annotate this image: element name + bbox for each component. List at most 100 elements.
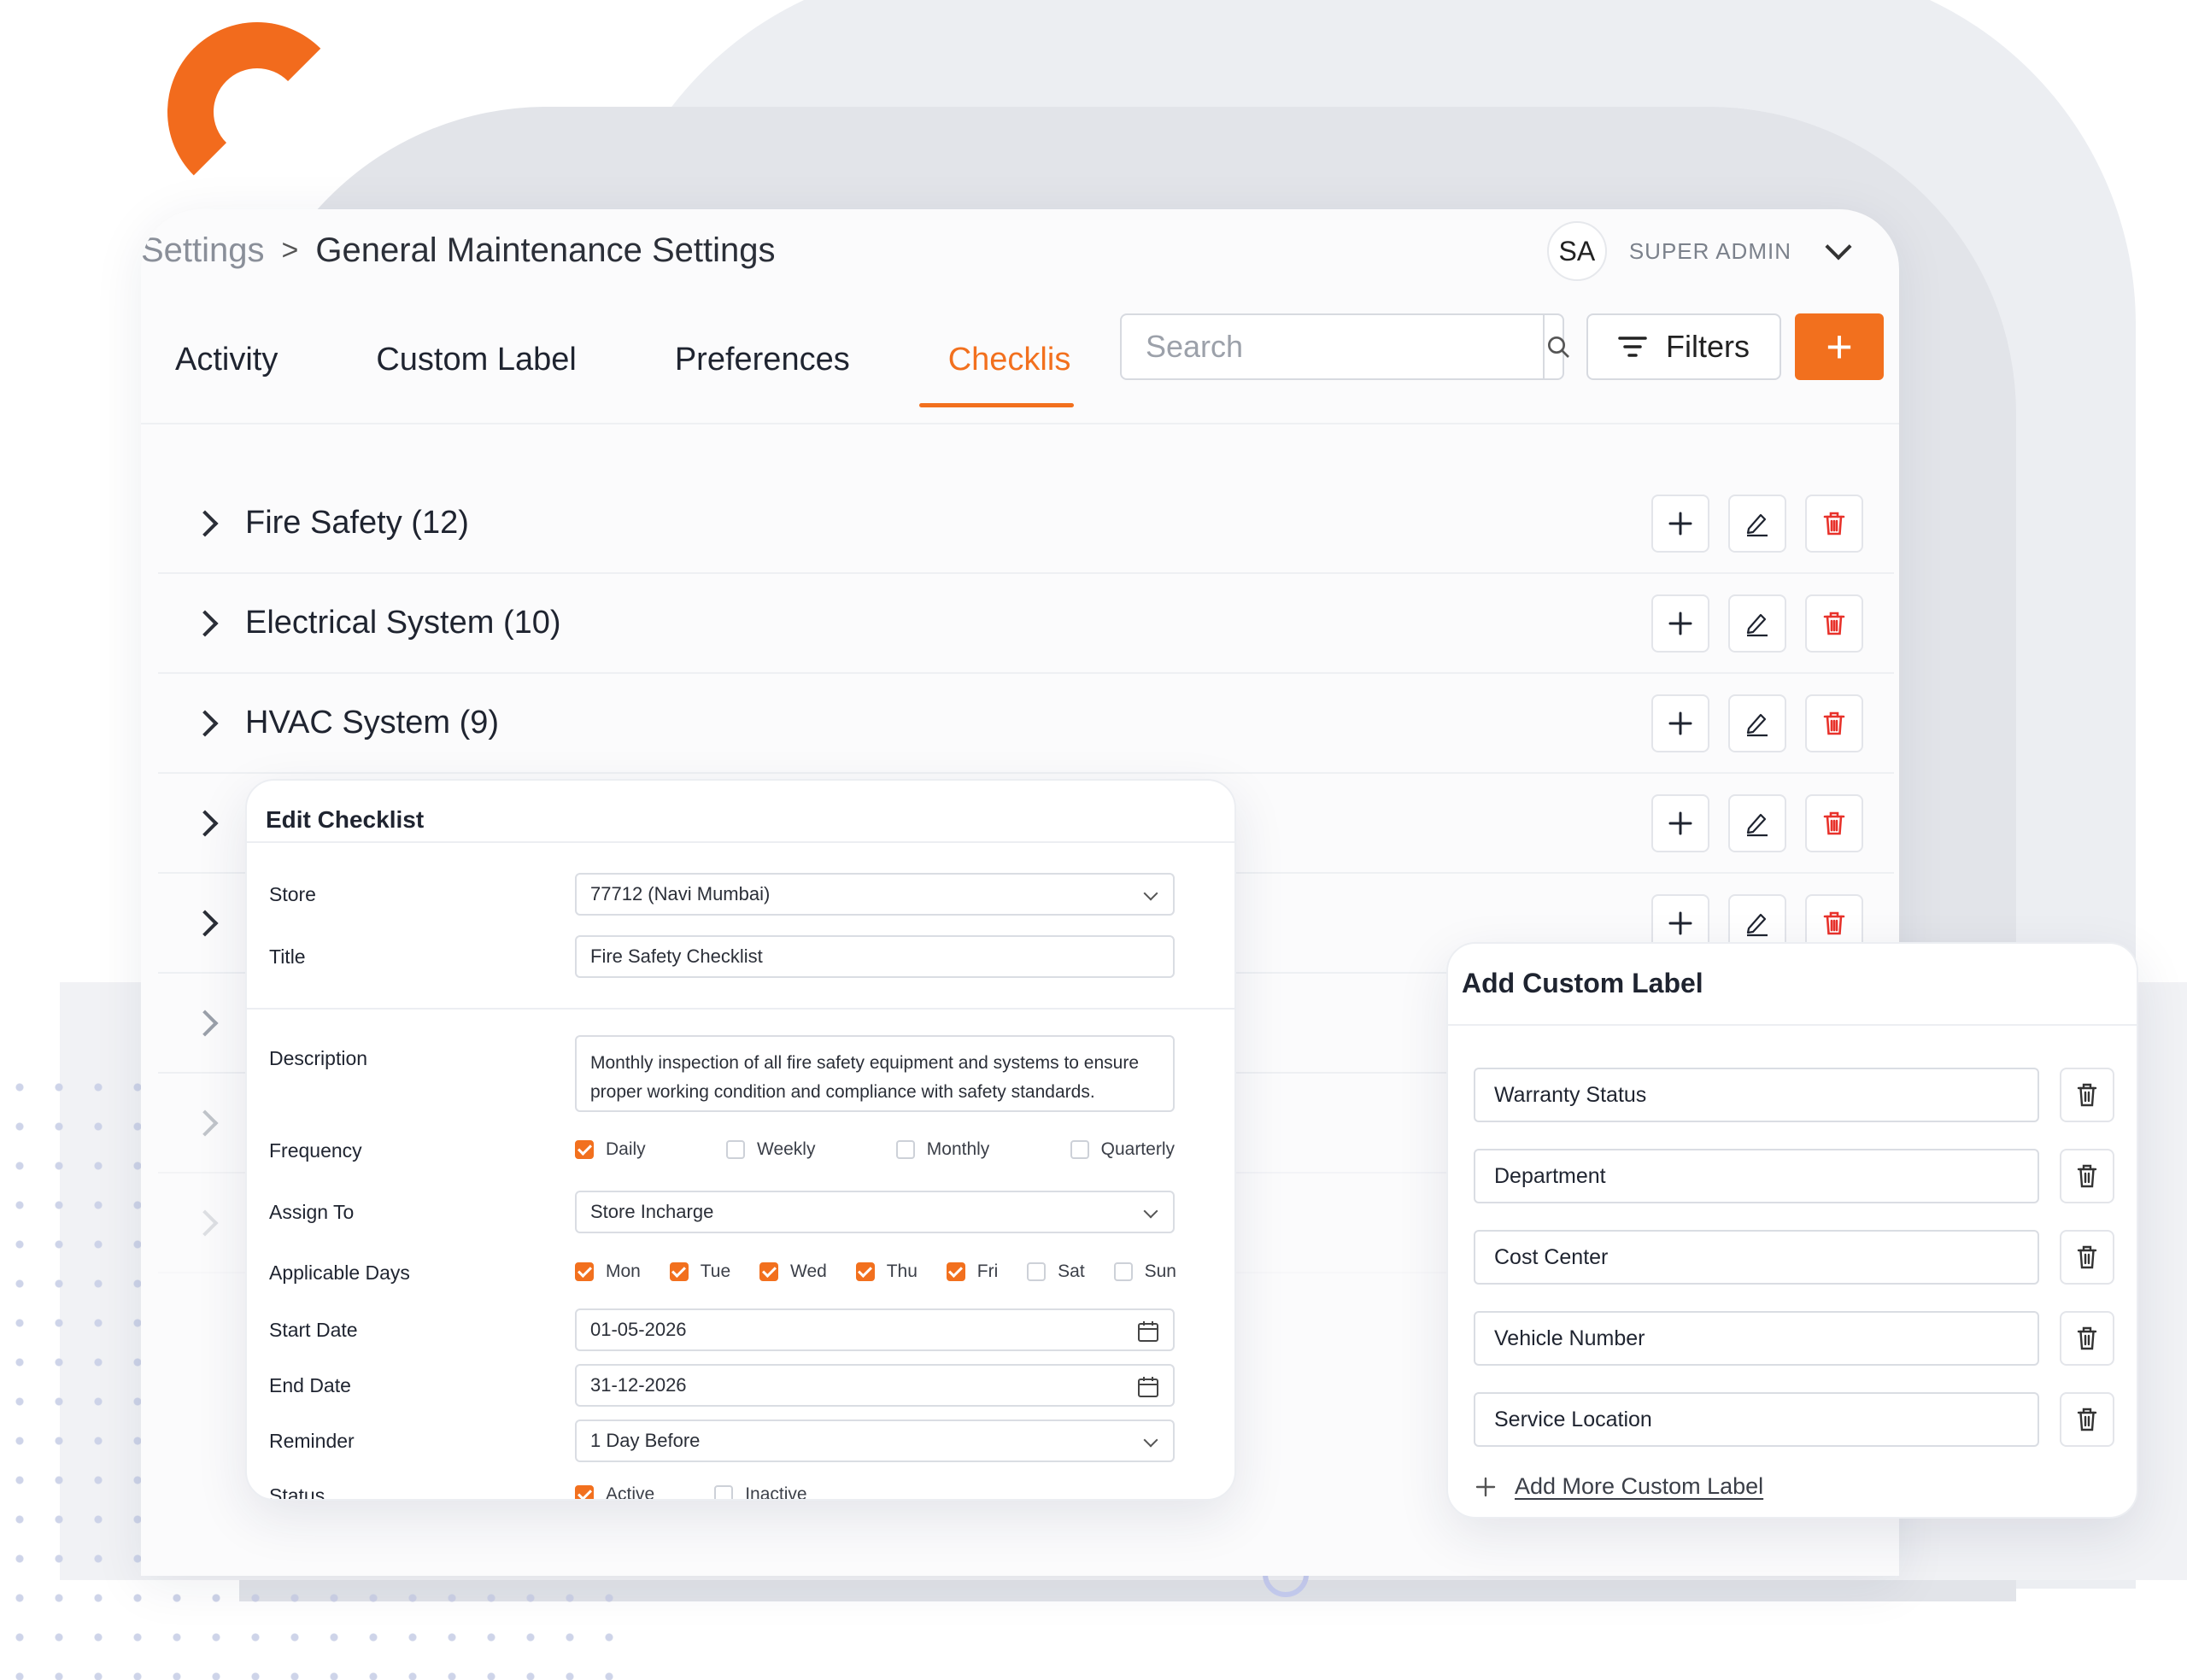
add-item-button[interactable]: [1651, 793, 1709, 852]
delete-label-button[interactable]: [2060, 1230, 2114, 1285]
chevron-right-icon[interactable]: [191, 509, 219, 537]
breadcrumb-settings[interactable]: Settings: [141, 231, 265, 270]
store-label: Store: [269, 883, 316, 905]
frequency-daily-checkbox[interactable]: Daily: [575, 1139, 646, 1160]
store-select[interactable]: 77712 (Navi Mumbai): [575, 873, 1175, 916]
title-value: Fire Safety Checklist: [590, 945, 763, 967]
frequency-monthly-checkbox[interactable]: Monthly: [895, 1139, 990, 1160]
assign-to-value: Store Incharge: [590, 1201, 714, 1222]
delete-label-button[interactable]: [2060, 1311, 2114, 1366]
add-custom-label-modal: Add Custom Label Warranty Status Departm…: [1446, 942, 2138, 1519]
edit-button[interactable]: [1728, 694, 1786, 752]
frequency-quarterly-checkbox[interactable]: Quarterly: [1070, 1139, 1175, 1160]
end-date-input[interactable]: 31-12-2026: [575, 1364, 1175, 1407]
start-date-value: 01-05-2026: [590, 1319, 687, 1340]
calendar-icon[interactable]: [1137, 1376, 1159, 1398]
checkbox-unchecked[interactable]: [1113, 1262, 1133, 1281]
chevron-right-icon[interactable]: [191, 709, 219, 737]
checkbox-label: Monthly: [926, 1139, 990, 1159]
add-more-custom-label-link[interactable]: Add More Custom Label: [1475, 1473, 1763, 1500]
title-input[interactable]: Fire Safety Checklist: [575, 935, 1175, 978]
search-input[interactable]: [1122, 329, 1543, 365]
custom-label-input[interactable]: Vehicle Number: [1474, 1311, 2039, 1366]
checkbox-unchecked[interactable]: [726, 1140, 745, 1159]
row-actions: [1651, 494, 1863, 553]
checklist-group-row[interactable]: Fire Safety (12): [158, 474, 1894, 574]
frequency-label: Frequency: [269, 1139, 362, 1162]
checklist-group-row[interactable]: HVAC System (9): [158, 674, 1894, 774]
chevron-right-icon[interactable]: [191, 609, 219, 637]
delete-label-button[interactable]: [2060, 1068, 2114, 1122]
day-wed-checkbox[interactable]: Wed: [759, 1261, 827, 1282]
edit-button[interactable]: [1728, 494, 1786, 553]
delete-label-button[interactable]: [2060, 1149, 2114, 1203]
chevron-right-icon[interactable]: [191, 1009, 219, 1037]
chevron-down-icon: [1143, 1432, 1158, 1448]
chevron-down-icon[interactable]: [1825, 233, 1852, 260]
trash-icon: [1823, 811, 1845, 834]
filters-label: Filters: [1666, 329, 1750, 364]
divider: [247, 1008, 1234, 1010]
status-inactive-checkbox[interactable]: Inactive: [714, 1484, 807, 1499]
day-thu-checkbox[interactable]: Thu: [855, 1261, 918, 1282]
tab-preferences[interactable]: Preferences: [675, 342, 850, 407]
checkbox-checked[interactable]: [946, 1262, 965, 1281]
edit-button[interactable]: [1728, 793, 1786, 852]
checklist-group-row[interactable]: Electrical System (10): [158, 574, 1894, 674]
description-textarea[interactable]: Monthly inspection of all fire safety eq…: [575, 1035, 1175, 1112]
custom-label-input[interactable]: Department: [1474, 1149, 2039, 1203]
add-item-button[interactable]: [1651, 594, 1709, 653]
trash-icon: [1823, 711, 1845, 735]
delete-label-button[interactable]: [2060, 1392, 2114, 1447]
day-sun-checkbox[interactable]: Sun: [1113, 1261, 1176, 1282]
tab-activity[interactable]: Activity: [175, 342, 278, 407]
status-active-checkbox[interactable]: Active: [575, 1484, 654, 1499]
checkbox-label: Tue: [700, 1261, 731, 1281]
day-mon-checkbox[interactable]: Mon: [575, 1261, 641, 1282]
delete-button[interactable]: [1805, 494, 1863, 553]
filters-button[interactable]: Filters: [1586, 313, 1781, 380]
day-tue-checkbox[interactable]: Tue: [669, 1261, 731, 1282]
chevron-right-icon[interactable]: [191, 909, 219, 937]
checkbox-checked[interactable]: [575, 1140, 594, 1159]
search-button[interactable]: [1543, 315, 1572, 378]
delete-button[interactable]: [1805, 594, 1863, 653]
start-date-input[interactable]: 01-05-2026: [575, 1308, 1175, 1351]
checkbox-unchecked[interactable]: [1070, 1140, 1089, 1159]
add-item-button[interactable]: [1651, 494, 1709, 553]
checkbox-checked[interactable]: [575, 1485, 594, 1499]
tab-bar: Activity Custom Label Preferences Checkl…: [175, 342, 1169, 407]
checkbox-checked[interactable]: [669, 1262, 689, 1281]
checkbox-checked[interactable]: [855, 1262, 875, 1281]
chevron-down-icon: [1143, 1203, 1158, 1219]
chevron-right-icon[interactable]: [191, 1109, 219, 1137]
tab-checklist[interactable]: Checklis: [918, 342, 1074, 407]
user-menu[interactable]: SA SUPER ADMIN: [1546, 221, 1852, 281]
avatar[interactable]: SA: [1546, 221, 1607, 281]
add-checklist-button[interactable]: +: [1795, 313, 1884, 380]
assign-to-select[interactable]: Store Incharge: [575, 1191, 1175, 1233]
add-item-button[interactable]: [1651, 694, 1709, 752]
checkbox-unchecked[interactable]: [895, 1140, 915, 1159]
chevron-right-icon[interactable]: [191, 809, 219, 837]
edit-button[interactable]: [1728, 594, 1786, 653]
delete-button[interactable]: [1805, 793, 1863, 852]
day-sat-checkbox[interactable]: Sat: [1027, 1261, 1085, 1282]
checkbox-checked[interactable]: [575, 1262, 594, 1281]
frequency-weekly-checkbox[interactable]: Weekly: [726, 1139, 815, 1160]
custom-label-input[interactable]: Warranty Status: [1474, 1068, 2039, 1122]
checkbox-unchecked[interactable]: [714, 1485, 734, 1499]
chevron-right-icon[interactable]: [191, 1209, 219, 1237]
checkbox-checked[interactable]: [759, 1262, 779, 1281]
calendar-icon[interactable]: [1137, 1320, 1159, 1343]
custom-label-input[interactable]: Cost Center: [1474, 1230, 2039, 1285]
checkbox-unchecked[interactable]: [1027, 1262, 1047, 1281]
breadcrumb-separator: >: [281, 234, 299, 266]
day-fri-checkbox[interactable]: Fri: [946, 1261, 998, 1282]
reminder-select[interactable]: 1 Day Before: [575, 1420, 1175, 1462]
tab-custom-label[interactable]: Custom Label: [376, 342, 576, 407]
plus-icon: [1668, 911, 1692, 934]
title-label: Title: [269, 945, 306, 968]
custom-label-input[interactable]: Service Location: [1474, 1392, 2039, 1447]
delete-button[interactable]: [1805, 694, 1863, 752]
